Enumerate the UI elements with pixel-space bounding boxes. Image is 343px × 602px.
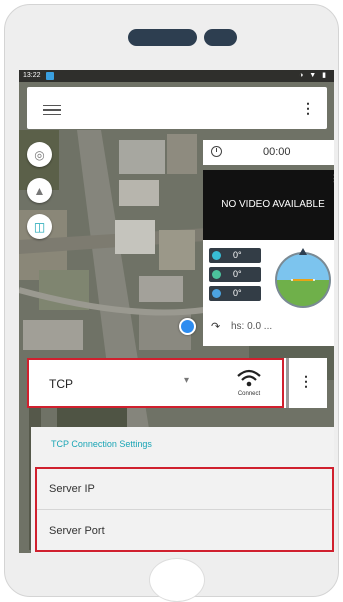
connection-overflow-icon[interactable]: ⋮	[299, 374, 313, 388]
connect-label: Connect	[237, 391, 261, 397]
yaw-value: 0°	[233, 250, 242, 260]
connection-type-select[interactable]: TCP	[49, 377, 73, 391]
pitch-icon	[212, 270, 221, 279]
split-view-icon[interactable]: ◫	[27, 214, 52, 239]
settings-title: TCP Connection Settings	[51, 439, 152, 449]
clock-icon	[211, 146, 222, 157]
hamburger-menu-icon[interactable]	[43, 105, 61, 115]
pitch-value: 0°	[233, 269, 242, 279]
field-divider	[37, 509, 331, 510]
roll-value: 0°	[233, 288, 242, 298]
video-menu-icon[interactable]: ⋮	[330, 173, 334, 184]
status-time: 13:22	[23, 72, 41, 79]
speed-gauge-icon: ↷	[211, 321, 221, 333]
server-ip-field[interactable]: Server IP	[49, 483, 95, 495]
app-notification-icon	[46, 72, 54, 80]
system-status-icons: ◑ ▼ ▮	[299, 72, 328, 79]
phone-frame: 13:22 ◑ ▼ ▮ ⋮ ◎ ▲ ◫ 00:00 ⋮ NO VIDEO AVA…	[4, 4, 339, 602]
top-toolbar: ⋮	[27, 87, 327, 129]
phone-speaker-right	[204, 29, 237, 46]
telemetry-panel: 0° 0° 0° ↷ hs: 0.0 ...	[203, 240, 334, 346]
no-video-message: NO VIDEO AVAILABLE	[221, 199, 325, 210]
connect-button[interactable]: Connect	[229, 367, 269, 403]
telemetry-row-yaw: 0°	[209, 248, 261, 263]
tcp-settings-panel: TCP Connection Settings Server IP Server…	[31, 427, 334, 553]
overflow-menu-icon[interactable]: ⋮	[301, 101, 315, 115]
app-screen: 13:22 ◑ ▼ ▮ ⋮ ◎ ▲ ◫ 00:00 ⋮ NO VIDEO AVA…	[19, 70, 334, 553]
status-bar: 13:22 ◑ ▼ ▮	[19, 70, 334, 82]
settings-fields-highlight: Server IP Server Port	[35, 467, 334, 552]
video-panel[interactable]: ⋮ NO VIDEO AVAILABLE	[203, 170, 334, 240]
connection-divider	[286, 358, 289, 408]
horizontal-speed: hs: 0.0 ...	[231, 321, 273, 332]
server-port-field[interactable]: Server Port	[49, 525, 105, 537]
yaw-icon	[212, 251, 221, 260]
flight-timer: 00:00	[203, 140, 334, 165]
telemetry-row-pitch: 0°	[209, 267, 261, 282]
roll-icon	[212, 289, 221, 298]
home-button[interactable]	[149, 558, 205, 602]
connection-type-highlight: TCP ▾ Connect	[27, 358, 284, 408]
telemetry-row-roll: 0°	[209, 286, 261, 301]
location-target-icon[interactable]: ◎	[27, 142, 52, 167]
attitude-indicator	[275, 248, 331, 308]
navigation-arrow-icon[interactable]: ▲	[27, 178, 52, 203]
settings-header: TCP Connection Settings	[31, 427, 334, 465]
wifi-icon	[237, 369, 261, 387]
dropdown-caret-icon[interactable]: ▾	[184, 375, 189, 386]
vehicle-location-marker[interactable]	[179, 318, 196, 335]
phone-speaker-left	[128, 29, 197, 46]
timer-value: 00:00	[263, 146, 291, 158]
connection-bar: TCP ▾ Connect ⋮	[27, 358, 327, 408]
